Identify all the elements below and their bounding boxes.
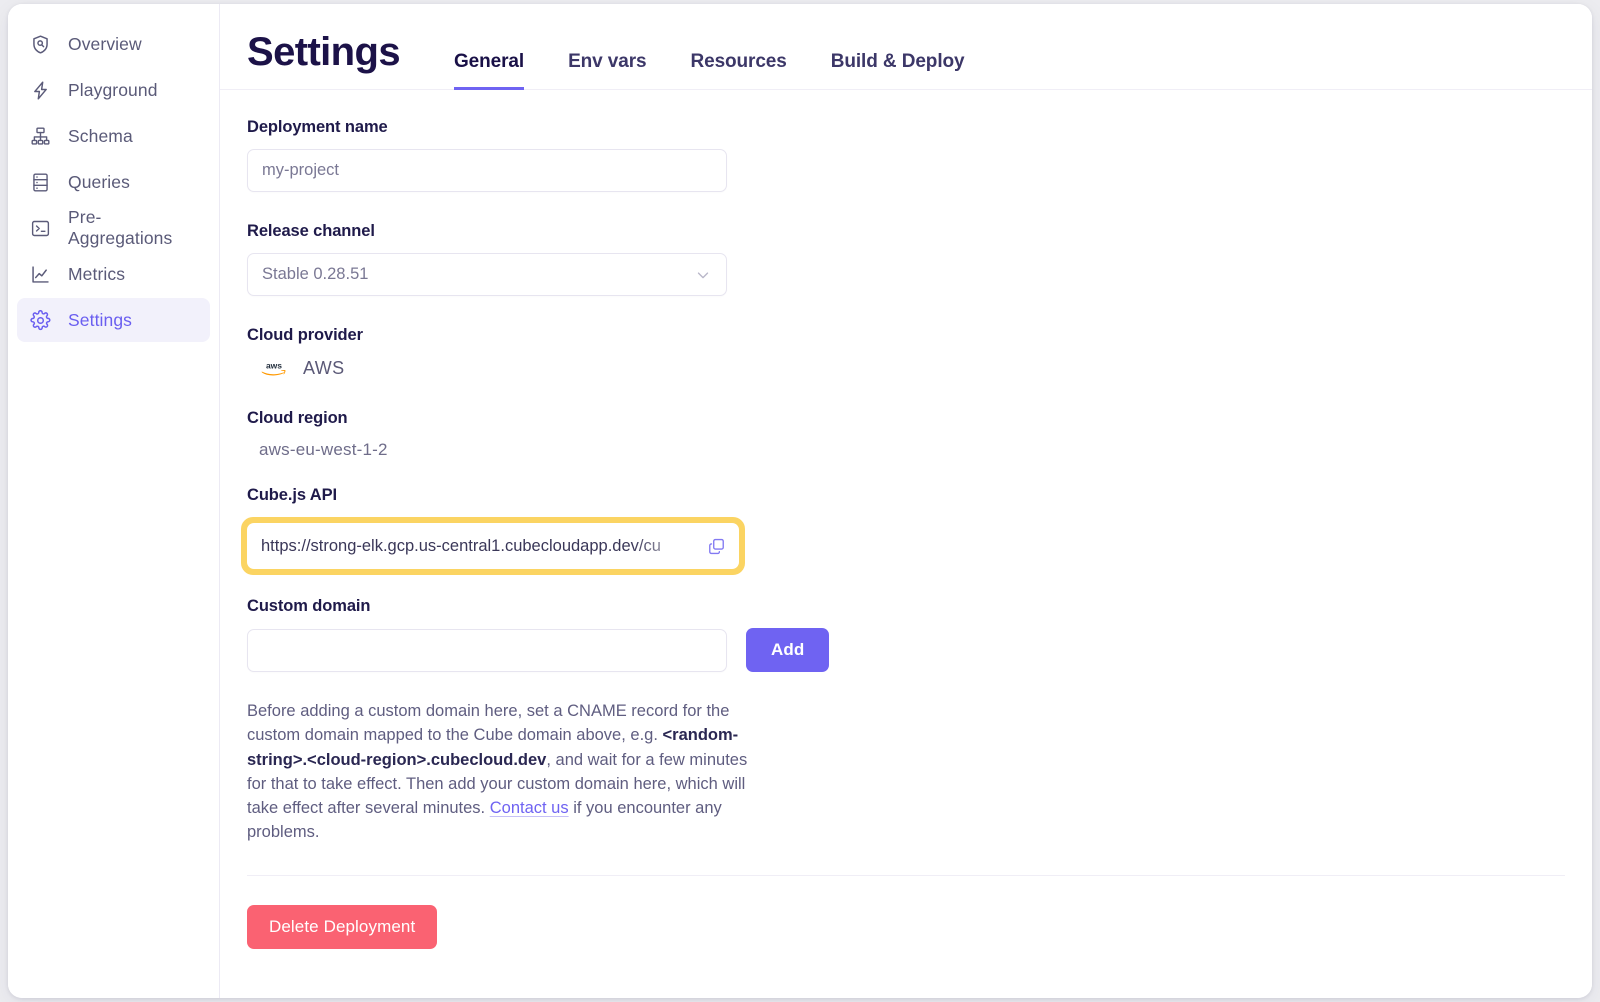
sidebar-item-label: Pre-Aggregations [68,207,173,248]
page-title: Settings [247,30,401,74]
delete-deployment-button[interactable]: Delete Deployment [247,904,438,949]
hierarchy-icon [30,126,51,147]
cloud-region-value: aws-eu-west-1-2 [259,440,388,459]
tab-resources[interactable]: Resources [690,51,786,90]
custom-domain-label: Custom domain [247,597,371,615]
aws-logo-icon: aws [259,357,289,379]
cube-api-input[interactable]: https://strong-elk.gcp.us-central1.cubec… [247,523,739,569]
release-channel-field: Release channel Stable 0.28.51 [247,222,1592,296]
sidebar-item-pre-aggregations[interactable]: Pre-Aggregations [17,206,210,250]
release-channel-select[interactable]: Stable 0.28.51 [247,253,727,296]
deployment-name-field: Deployment name my-project [247,118,1592,192]
cube-api-value: https://strong-elk.gcp.us-central1.cubec… [261,536,661,555]
section-divider [247,874,1565,876]
sidebar-item-metrics[interactable]: Metrics [17,252,210,296]
contact-us-link[interactable]: Contact us [490,799,569,817]
sidebar: Overview Playground Schema Queries Pre-A… [8,4,220,998]
release-channel-value: Stable 0.28.51 [262,265,369,283]
custom-domain-input[interactable] [247,628,727,672]
sidebar-item-label: Queries [68,171,130,192]
deployment-name-input[interactable]: my-project [247,149,727,192]
cube-api-highlight-box: https://strong-elk.gcp.us-central1.cubec… [241,517,745,575]
add-domain-button[interactable]: Add [746,628,830,672]
cloud-provider-field: Cloud provider aws AWS [247,326,1592,379]
settings-general-form: Deployment name my-project Release chann… [220,90,1592,949]
lightning-icon [30,80,51,101]
cloud-provider-value: AWS [303,357,345,378]
sidebar-item-label: Playground [68,79,158,100]
sidebar-item-overview[interactable]: Overview [17,22,210,66]
help-part-1: Before adding a custom domain here, set … [247,702,730,745]
tab-env-vars[interactable]: Env vars [568,51,647,90]
cloud-region-label: Cloud region [247,409,348,427]
sidebar-item-queries[interactable]: Queries [17,160,210,204]
terminal-icon [30,218,51,239]
sidebar-item-settings[interactable]: Settings [17,298,210,342]
cloud-provider-label: Cloud provider [247,326,363,344]
sidebar-item-schema[interactable]: Schema [17,114,210,158]
gear-icon [30,309,51,331]
svg-text:aws: aws [266,360,282,370]
sidebar-item-label: Settings [68,309,133,330]
copy-icon[interactable] [703,533,729,559]
sidebar-item-label: Overview [68,33,142,54]
custom-domain-row: Add [247,628,1592,672]
tab-general[interactable]: General [454,51,524,90]
custom-domain-help-text: Before adding a custom domain here, set … [247,699,749,845]
shield-search-icon [30,34,51,55]
deployment-name-label: Deployment name [247,118,388,136]
tab-build-deploy[interactable]: Build & Deploy [831,51,965,90]
main-panel: Settings General Env vars Resources Buil… [220,4,1592,998]
sidebar-item-label: Metrics [68,263,126,284]
release-channel-label: Release channel [247,222,375,240]
cube-api-field: Cube.js API https://strong-elk.gcp.us-ce… [241,486,1592,575]
server-list-icon [30,172,51,193]
sidebar-item-label: Schema [68,125,133,146]
tab-bar: General Env vars Resources Build & Deplo… [454,4,965,90]
page-header: Settings General Env vars Resources Buil… [220,4,1592,90]
custom-domain-field: Custom domain Add [247,597,1592,672]
cloud-region-field: Cloud region aws-eu-west-1-2 [247,409,1592,460]
line-chart-icon [30,264,51,285]
cube-api-label: Cube.js API [247,486,337,504]
sidebar-item-playground[interactable]: Playground [17,68,210,112]
chevron-down-icon [694,266,712,284]
app-window: Overview Playground Schema Queries Pre-A… [8,4,1592,998]
cloud-provider-value-row: aws AWS [247,357,1592,379]
